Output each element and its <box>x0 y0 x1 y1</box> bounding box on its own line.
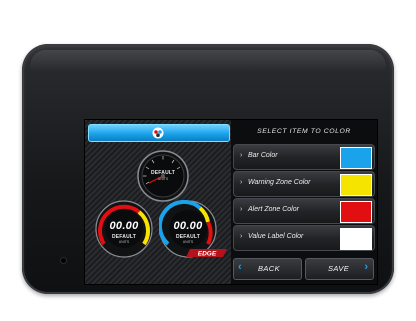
back-button-label: BACK <box>258 264 281 273</box>
svg-text:EDGE: EDGE <box>198 251 217 258</box>
warning-zone-color-swatch[interactable] <box>340 174 372 196</box>
gauge-header-bar <box>88 124 230 142</box>
chevron-left-icon: ‹ <box>238 261 242 273</box>
menu-item-label: Warning Zone Color <box>248 179 311 186</box>
ambient-light-sensor <box>61 258 66 263</box>
edge-brand-logo: EDGE <box>186 249 227 258</box>
menu-item-alert-zone-color[interactable]: › Alert Zone Color <box>233 198 375 224</box>
edge-logo-icon <box>152 127 164 139</box>
right-gauge-units-label: UNITS <box>182 240 194 244</box>
center-gauge-default-label: DEFAULT <box>150 170 176 176</box>
color-menu-panel: SELECT ITEM TO COLOR › Bar Color › Warni… <box>231 120 377 284</box>
menu-item-label: Bar Color <box>248 152 278 159</box>
chevron-right-icon: › <box>240 179 243 186</box>
touch-screen: DEFAULT UNITS 00.00 DEFAULT UNITS 00.00 … <box>85 120 377 284</box>
bar-color-swatch[interactable] <box>340 147 372 169</box>
chevron-right-icon: › <box>240 233 243 240</box>
menu-title: SELECT ITEM TO COLOR <box>257 128 351 135</box>
center-gauge[interactable]: DEFAULT UNITS <box>137 150 189 202</box>
alert-zone-color-swatch[interactable] <box>340 201 372 223</box>
left-gauge-value: 00.00 <box>109 220 139 232</box>
left-gauge[interactable]: 00.00 DEFAULT UNITS <box>95 200 153 258</box>
right-gauge-value: 00.00 <box>173 220 203 232</box>
center-gauge-units-label: UNITS <box>157 177 169 181</box>
save-button[interactable]: SAVE › <box>305 258 374 280</box>
save-button-label: SAVE <box>328 264 350 273</box>
chevron-right-icon: › <box>240 152 243 159</box>
center-gauge-dial <box>137 150 189 202</box>
chevron-right-icon: › <box>240 206 243 213</box>
menu-item-bar-color[interactable]: › Bar Color <box>233 144 375 170</box>
menu-item-label: Alert Zone Color <box>248 206 299 213</box>
back-button[interactable]: ‹ BACK <box>233 258 302 280</box>
chevron-right-icon: › <box>364 261 368 273</box>
value-label-color-swatch[interactable] <box>340 228 372 250</box>
menu-item-value-label-color[interactable]: › Value Label Color <box>233 225 375 251</box>
menu-item-label: Value Label Color <box>248 233 304 240</box>
menu-item-warning-zone-color[interactable]: › Warning Zone Color <box>233 171 375 197</box>
left-gauge-units-label: UNITS <box>118 240 130 244</box>
